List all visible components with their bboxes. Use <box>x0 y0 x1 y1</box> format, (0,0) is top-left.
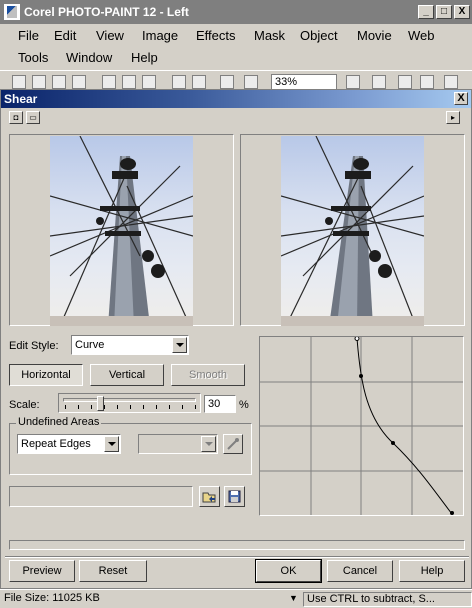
export-icon[interactable] <box>244 75 258 89</box>
app-icon[interactable] <box>4 4 20 20</box>
fill-color-picker[interactable] <box>138 434 218 454</box>
copy-icon[interactable] <box>122 75 136 89</box>
dialog-title: Shear <box>4 92 38 106</box>
redo-icon[interactable] <box>192 75 206 89</box>
menu-object[interactable]: Object <box>300 28 338 43</box>
menu-file[interactable]: File <box>18 28 39 43</box>
zoom-level-combo[interactable]: 33% <box>271 74 337 90</box>
slider-tick <box>182 405 183 409</box>
standard-toolbar: 33% <box>0 70 472 90</box>
slider-tick <box>117 405 118 409</box>
maximize-button[interactable]: □ <box>436 5 452 19</box>
menu-image[interactable]: Image <box>142 28 178 43</box>
remove-mask-icon[interactable] <box>444 75 458 89</box>
cancel-button[interactable]: Cancel <box>327 560 393 582</box>
edit-style-value: Curve <box>75 339 105 351</box>
eyedropper-icon[interactable] <box>223 434 243 454</box>
curve-node[interactable] <box>354 336 360 341</box>
zoom-icon[interactable] <box>346 75 360 89</box>
result-photo <box>281 136 424 326</box>
save-preset-icon[interactable] <box>224 486 245 507</box>
scale-label: Scale: <box>9 399 40 411</box>
vertical-button[interactable]: Vertical <box>90 364 164 386</box>
mask-grid-icon[interactable] <box>420 75 434 89</box>
brush-icon[interactable] <box>372 75 386 89</box>
undefined-areas-value: Repeat Edges <box>21 438 91 450</box>
slider-track <box>63 398 196 402</box>
curve-editor[interactable] <box>259 336 464 516</box>
dual-preview-icon[interactable]: ▭ <box>26 111 40 124</box>
edit-style-label: Edit Style: <box>9 340 59 352</box>
edit-style-select[interactable]: Curve <box>71 335 189 355</box>
close-window-button[interactable]: X <box>454 5 470 19</box>
chevron-down-icon[interactable] <box>201 436 216 452</box>
slider-tick <box>195 405 196 409</box>
curve-node[interactable] <box>391 441 395 445</box>
smooth-button[interactable]: Smooth <box>171 364 245 386</box>
menu-edit[interactable]: Edit <box>54 28 76 43</box>
menu-help[interactable]: Help <box>131 50 158 65</box>
slider-tick <box>65 405 66 409</box>
open-preset-icon[interactable] <box>199 486 220 507</box>
progress-bar <box>9 540 465 550</box>
app-title: Corel PHOTO-PAINT 12 - Left <box>24 5 189 19</box>
menu-view[interactable]: View <box>96 28 124 43</box>
menu-effects[interactable]: Effects <box>196 28 236 43</box>
new-icon[interactable] <box>12 75 26 89</box>
original-preview[interactable] <box>9 134 234 326</box>
menu-bar: File Edit View Image Effects Mask Object… <box>0 24 472 70</box>
cut-icon[interactable] <box>102 75 116 89</box>
menu-web[interactable]: Web <box>408 28 435 43</box>
open-icon[interactable] <box>32 75 46 89</box>
shear-dialog: Shear X ◘ ▭ ▸ Edit Style: Curve Horizont… <box>0 89 472 589</box>
slider-thumb[interactable] <box>97 396 104 411</box>
status-bar: File Size: 11025 KB ▼ Use CTRL to subtra… <box>0 589 472 608</box>
app-title-bar: Corel PHOTO-PAINT 12 - Left _ □ X <box>0 0 472 24</box>
single-preview-icon[interactable]: ◘ <box>9 111 23 124</box>
preview-button[interactable]: Preview <box>9 560 75 582</box>
curve-node[interactable] <box>359 374 363 378</box>
dialog-title-bar: Shear X <box>1 90 471 108</box>
menu-tools[interactable]: Tools <box>18 50 48 65</box>
mask-rect-icon[interactable] <box>398 75 412 89</box>
ok-button[interactable]: OK <box>255 559 322 583</box>
minimize-button[interactable]: _ <box>418 5 434 19</box>
print-icon[interactable] <box>72 75 86 89</box>
chevron-down-icon[interactable] <box>104 436 119 452</box>
status-chevron-down-icon[interactable]: ▼ <box>289 593 298 603</box>
result-preview[interactable] <box>240 134 465 326</box>
import-icon[interactable] <box>220 75 234 89</box>
divider <box>5 556 469 558</box>
slider-tick <box>78 405 79 409</box>
original-photo <box>50 136 193 326</box>
file-size-status: File Size: 11025 KB <box>4 592 100 604</box>
menu-window[interactable]: Window <box>66 50 112 65</box>
preset-field[interactable] <box>9 486 193 507</box>
dialog-close-button[interactable]: X <box>454 92 468 105</box>
scale-slider[interactable] <box>58 393 201 413</box>
slider-tick <box>156 405 157 409</box>
expand-arrow-icon[interactable]: ▸ <box>446 111 460 124</box>
undefined-areas-group: Undefined Areas Repeat Edges <box>9 416 252 475</box>
menu-movie[interactable]: Movie <box>357 28 392 43</box>
hint-status: Use CTRL to subtract, S... <box>303 592 472 607</box>
undo-icon[interactable] <box>172 75 186 89</box>
slider-tick <box>169 405 170 409</box>
undefined-areas-label: Undefined Areas <box>16 416 102 428</box>
slider-tick <box>143 405 144 409</box>
undefined-areas-select[interactable]: Repeat Edges <box>17 434 121 454</box>
slider-tick <box>104 405 105 409</box>
scale-unit: % <box>239 399 249 411</box>
save-icon[interactable] <box>52 75 66 89</box>
help-button[interactable]: Help <box>399 560 465 582</box>
curve-node[interactable] <box>450 511 454 515</box>
reset-button[interactable]: Reset <box>79 560 147 582</box>
menu-mask[interactable]: Mask <box>254 28 285 43</box>
horizontal-button[interactable]: Horizontal <box>9 364 83 386</box>
chevron-down-icon[interactable] <box>172 337 187 353</box>
paste-icon[interactable] <box>142 75 156 89</box>
slider-tick <box>91 405 92 409</box>
slider-tick <box>130 405 131 409</box>
scale-input[interactable]: 30 <box>204 395 236 413</box>
